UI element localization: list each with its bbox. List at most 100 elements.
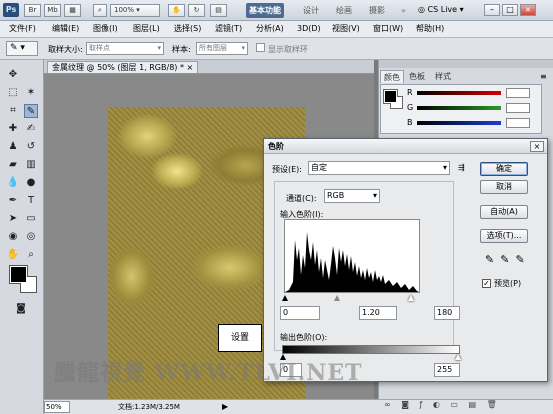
zoom-level-dropdown[interactable]: 100% ▾ xyxy=(110,4,160,17)
preset-dropdown[interactable]: 自定 ▾ xyxy=(308,161,450,175)
cs-live-label: CS Live xyxy=(427,5,458,14)
close-button[interactable]: × xyxy=(520,4,536,16)
red-slider[interactable] xyxy=(417,91,501,95)
dialog-title-bar[interactable]: 色阶 xyxy=(264,139,547,154)
preset-options-icon[interactable]: ⇶ xyxy=(458,163,465,172)
input-black-field[interactable]: 0 xyxy=(280,306,320,320)
gray-eyedropper-icon[interactable]: ✎ xyxy=(500,253,515,266)
maximize-button[interactable]: □ xyxy=(502,4,518,16)
pen-tool-icon[interactable]: ✒ xyxy=(6,194,20,208)
zoom-tool-icon[interactable]: ⌕ xyxy=(24,248,38,262)
type-tool-icon[interactable]: T xyxy=(24,194,38,208)
history-brush-icon[interactable]: ↺ xyxy=(24,140,38,154)
output-white-handle[interactable] xyxy=(455,354,461,360)
panel-menu-icon[interactable]: ≡ xyxy=(540,72,547,81)
menu-help[interactable]: 帮助(H) xyxy=(416,23,444,35)
menu-analysis[interactable]: 分析(A) xyxy=(256,23,284,35)
dodge-tool-icon[interactable]: ● xyxy=(24,176,38,190)
panel-footer-icons[interactable]: ∞ ◙ ƒ ◐ ▭ ▤ 🗑 xyxy=(384,400,501,409)
input-white-field[interactable]: 180 xyxy=(434,306,460,320)
red-value-field[interactable] xyxy=(506,88,530,98)
channel-value: RGB xyxy=(327,191,345,200)
menu-select[interactable]: 选择(S) xyxy=(174,23,201,35)
input-gamma-field[interactable]: 1.20 xyxy=(359,306,397,320)
cancel-button[interactable]: 取消 xyxy=(480,180,528,194)
eyedropper-tool-icon[interactable]: ✎ xyxy=(24,104,38,118)
arrange-documents-icon[interactable]: ▤ xyxy=(210,4,227,17)
tab-styles[interactable]: 样式 xyxy=(432,70,454,83)
sample-dropdown[interactable]: 所有图层 ▾ xyxy=(196,42,248,55)
crop-tool-icon[interactable]: ⌗ xyxy=(6,104,20,118)
auto-button[interactable]: 自动(A) xyxy=(480,205,528,219)
blue-value-field[interactable] xyxy=(506,118,530,128)
options-bar: ✎ ▾ 取样大小: 取样点 ▾ 样本: 所有图层 ▾ 显示取样环 xyxy=(0,38,553,60)
show-ring-checkbox[interactable] xyxy=(256,43,265,52)
white-eyedropper-icon[interactable]: ✎ xyxy=(515,253,530,266)
document-tab-bar: 金属纹理 @ 50% (图层 1, RGB/8) * × xyxy=(44,60,374,74)
gradient-tool-icon[interactable]: ▥ xyxy=(24,158,38,172)
3d-orbit-icon[interactable]: ◎ xyxy=(24,230,38,244)
healing-brush-icon[interactable]: ✚ xyxy=(6,122,20,136)
rotate-view-icon[interactable]: ↻ xyxy=(188,4,205,17)
path-selection-icon[interactable]: ➤ xyxy=(6,212,20,226)
options-button[interactable]: 选项(T)... xyxy=(480,229,528,243)
menu-file[interactable]: 文件(F) xyxy=(9,23,36,35)
menu-image[interactable]: 图像(I) xyxy=(93,23,118,35)
white-point-handle[interactable] xyxy=(408,295,414,301)
output-gradient-bar xyxy=(282,345,460,354)
color-panel-foreground-chip xyxy=(384,90,397,103)
menu-filter[interactable]: 滤镜(T) xyxy=(215,23,242,35)
sample-label: 样本: xyxy=(172,45,191,54)
status-arrow-icon[interactable]: ▶ xyxy=(222,402,228,411)
hand-tool-icon[interactable]: ✋ xyxy=(6,248,20,262)
tab-swatches[interactable]: 色板 xyxy=(406,70,428,83)
cs-live-button[interactable]: ◎ CS Live ▾ xyxy=(418,4,464,16)
menu-window[interactable]: 窗口(W) xyxy=(373,23,403,35)
clone-stamp-icon[interactable]: ♟ xyxy=(6,140,20,154)
blur-tool-icon[interactable]: 💧 xyxy=(6,176,20,190)
zoom-icon[interactable]: ⌕ xyxy=(93,4,107,17)
tab-color[interactable]: 颜色 xyxy=(380,70,404,83)
menu-view[interactable]: 视图(V) xyxy=(332,23,360,35)
menu-layer[interactable]: 图层(L) xyxy=(133,23,160,35)
magic-wand-icon[interactable]: ✶ xyxy=(24,86,38,100)
hand-icon[interactable]: ✋ xyxy=(168,4,185,17)
mini-bridge-icon[interactable]: Mb xyxy=(44,4,61,17)
menu-edit[interactable]: 编辑(E) xyxy=(52,23,79,35)
black-eyedropper-icon[interactable]: ✎ xyxy=(485,253,500,266)
view-extras-icon[interactable]: ▦ xyxy=(64,4,81,17)
document-tab[interactable]: 金属纹理 @ 50% (图层 1, RGB/8) * × xyxy=(47,61,199,73)
zoom-field[interactable]: 50% xyxy=(44,401,70,413)
shape-tool-icon[interactable]: ▭ xyxy=(24,212,38,226)
blue-slider[interactable] xyxy=(417,121,501,125)
black-point-handle[interactable] xyxy=(282,295,288,301)
minimize-button[interactable]: – xyxy=(484,4,500,16)
gamma-handle[interactable] xyxy=(334,295,340,301)
workspace-painting[interactable]: 绘画 xyxy=(333,3,355,18)
brush-tool-icon[interactable]: ✍ xyxy=(24,122,38,136)
eraser-tool-icon[interactable]: ▰ xyxy=(6,158,20,172)
marquee-tool-icon[interactable]: ⬚ xyxy=(6,86,20,100)
channel-label-g: G xyxy=(407,103,414,112)
menu-3d[interactable]: 3D(D) xyxy=(297,23,321,35)
tool-preset-picker[interactable]: ✎ ▾ xyxy=(6,41,38,56)
move-tool-icon[interactable]: ✥ xyxy=(6,68,20,82)
workspace-photography[interactable]: 摄影 xyxy=(366,3,388,18)
output-white-field[interactable]: 255 xyxy=(434,363,460,377)
3d-rotate-icon[interactable]: ◉ xyxy=(6,230,20,244)
close-tab-icon[interactable]: × xyxy=(187,63,194,72)
workspace-more-icon[interactable]: » xyxy=(398,3,409,18)
quick-mask-icon[interactable]: ◙ xyxy=(14,302,28,316)
ok-button[interactable]: 确定 xyxy=(480,162,528,176)
dialog-close-icon[interactable]: × xyxy=(530,141,544,152)
preview-checkbox[interactable]: ✓ xyxy=(482,279,491,288)
bridge-icon[interactable]: Br xyxy=(24,4,41,17)
green-slider[interactable] xyxy=(417,106,501,110)
channel-dropdown[interactable]: RGB ▾ xyxy=(324,189,380,203)
sample-size-dropdown[interactable]: 取样点 ▾ xyxy=(86,42,164,55)
workspace-essentials[interactable]: 基本功能 xyxy=(246,3,284,18)
workspace-design[interactable]: 设计 xyxy=(300,3,322,18)
panel-dock-header[interactable] xyxy=(379,60,553,68)
input-slider-track[interactable] xyxy=(282,295,420,305)
green-value-field[interactable] xyxy=(506,103,530,113)
